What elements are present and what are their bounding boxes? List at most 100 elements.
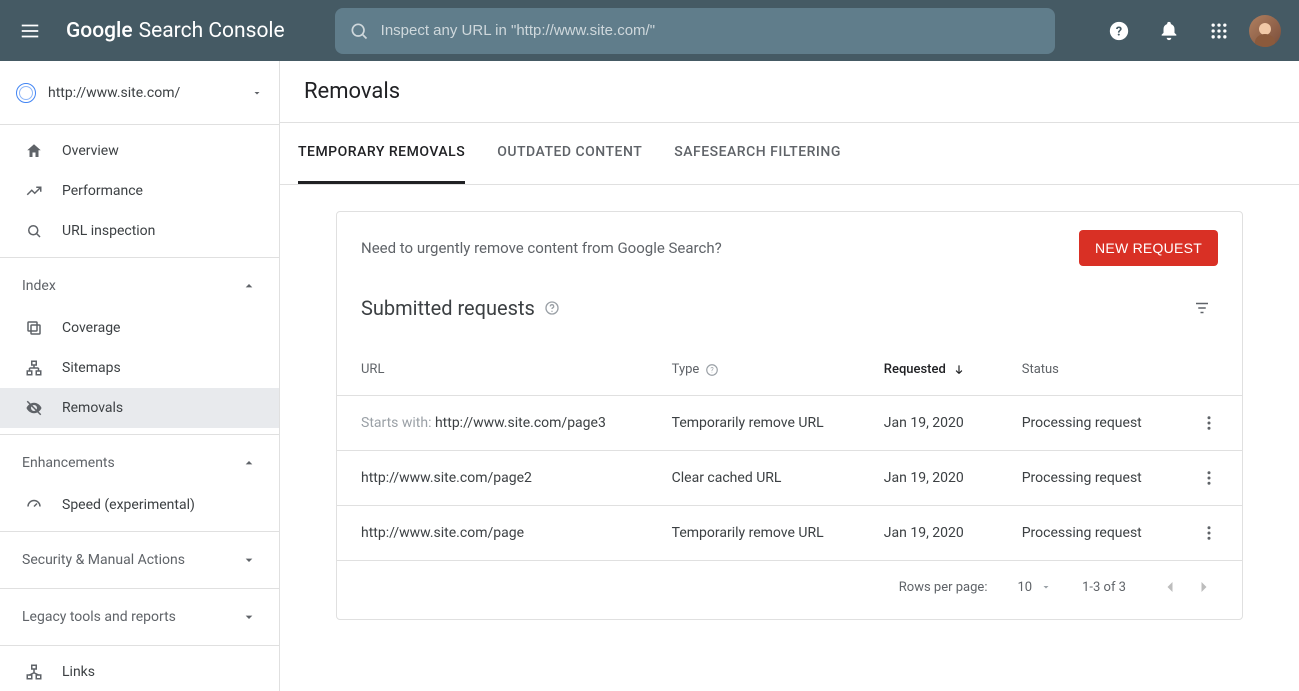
nav-url-inspection[interactable]: URL inspection: [0, 211, 279, 251]
more-vert-icon: [1200, 524, 1218, 542]
notifications-button[interactable]: [1149, 11, 1189, 51]
property-name: http://www.site.com/: [48, 85, 239, 101]
search-small-icon: [25, 222, 43, 240]
col-requested[interactable]: Requested: [860, 344, 998, 396]
rows-per-page-picker[interactable]: 10: [1017, 580, 1052, 595]
nav-coverage[interactable]: Coverage: [0, 308, 279, 348]
copy-icon: [25, 319, 43, 337]
account-avatar[interactable]: [1249, 15, 1281, 47]
table-row[interactable]: http://www.site.com/page Temporarily remo…: [337, 506, 1242, 561]
tab-temporary-removals[interactable]: TEMPORARY REMOVALS: [298, 123, 465, 184]
main: Removals TEMPORARY REMOVALS OUTDATED CON…: [280, 61, 1299, 691]
chevron-up-icon: [241, 455, 257, 471]
url-value: http://www.site.com/page: [361, 525, 524, 541]
tab-label: TEMPORARY REMOVALS: [298, 144, 465, 160]
brand: Google Search Console: [66, 19, 285, 43]
visibility-off-icon: [25, 399, 43, 417]
table-footer: Rows per page: 10 1-3 of 3: [337, 560, 1242, 619]
card-prompt: Need to urgently remove content from Goo…: [361, 239, 722, 257]
nav-index-label: Index: [22, 278, 56, 294]
cell-requested: Jan 19, 2020: [860, 506, 998, 561]
requests-table: URL Type ? Requested Status Starts with:…: [337, 344, 1242, 560]
cell-url: http://www.site.com/page2: [337, 451, 648, 506]
nav-removals-label: Removals: [62, 400, 123, 416]
nav-enhancements-header[interactable]: Enhancements: [0, 441, 279, 485]
new-request-button[interactable]: NEW REQUEST: [1079, 230, 1218, 266]
brand-google: Google: [66, 19, 133, 43]
col-url[interactable]: URL: [337, 344, 648, 396]
table-row[interactable]: http://www.site.com/page2Clear cached UR…: [337, 451, 1242, 506]
url-inspect-input[interactable]: [381, 22, 1041, 39]
table-row[interactable]: Starts with: http://www.site.com/page3Te…: [337, 396, 1242, 451]
dropdown-icon: [1040, 581, 1052, 593]
cell-type: Temporarily remove URL: [648, 506, 860, 561]
next-page-button[interactable]: [1190, 573, 1218, 601]
col-type[interactable]: Type ?: [648, 344, 860, 396]
tab-outdated-content[interactable]: OUTDATED CONTENT: [497, 123, 642, 184]
arrow-down-icon: [952, 363, 966, 377]
nav-index-header[interactable]: Index: [0, 264, 279, 308]
nav-sitemaps-label: Sitemaps: [62, 360, 121, 376]
nav-legacy-header[interactable]: Legacy tools and reports: [0, 595, 279, 639]
nav-security-label: Security & Manual Actions: [22, 552, 185, 568]
cell-status: Processing request: [998, 396, 1176, 451]
sidebar: http://www.site.com/ Overview Performanc…: [0, 61, 280, 691]
nav-coverage-label: Coverage: [62, 320, 120, 336]
nav-url-inspection-label: URL inspection: [62, 223, 155, 239]
topbar-right: ?: [1099, 11, 1281, 51]
removals-card: Need to urgently remove content from Goo…: [336, 211, 1243, 620]
filter-button[interactable]: [1186, 292, 1218, 324]
section-help-button[interactable]: [543, 299, 561, 317]
cell-requested: Jan 19, 2020: [860, 451, 998, 506]
row-actions-button[interactable]: [1200, 469, 1218, 487]
cell-requested: Jan 19, 2020: [860, 396, 998, 451]
trend-icon: [25, 182, 43, 200]
filter-icon: [1193, 299, 1211, 317]
nav-security-header[interactable]: Security & Manual Actions: [0, 538, 279, 582]
tab-safesearch-filtering[interactable]: SAFESEARCH FILTERING: [674, 123, 841, 184]
nav-performance[interactable]: Performance: [0, 171, 279, 211]
url-value: http://www.site.com/page2: [361, 470, 532, 486]
url-value: http://www.site.com/page3: [435, 415, 606, 431]
prev-page-button[interactable]: [1156, 573, 1184, 601]
cell-type: Temporarily remove URL: [648, 396, 860, 451]
links-icon: [25, 663, 43, 681]
section-title-text: Submitted requests: [361, 296, 535, 320]
speed-icon: [25, 496, 43, 514]
more-vert-icon: [1200, 414, 1218, 432]
rows-per-page-label: Rows per page:: [899, 580, 988, 595]
row-actions-button[interactable]: [1200, 524, 1218, 542]
nav-sitemaps[interactable]: Sitemaps: [0, 348, 279, 388]
menu-button[interactable]: [6, 7, 54, 55]
row-actions-button[interactable]: [1200, 414, 1218, 432]
property-picker[interactable]: http://www.site.com/: [0, 61, 279, 125]
nav-overview[interactable]: Overview: [0, 131, 279, 171]
cell-status: Processing request: [998, 451, 1176, 506]
nav-enhancements-label: Enhancements: [22, 455, 115, 471]
chevron-down-icon: [241, 552, 257, 568]
nav-speed[interactable]: Speed (experimental): [0, 485, 279, 525]
chevron-right-icon: [1194, 577, 1214, 597]
nav-legacy-label: Legacy tools and reports: [22, 609, 176, 625]
nav-overview-label: Overview: [62, 143, 119, 159]
nav-removals[interactable]: Removals: [0, 388, 279, 428]
apps-button[interactable]: [1199, 11, 1239, 51]
help-button[interactable]: ?: [1099, 11, 1139, 51]
nav-links[interactable]: Links: [0, 652, 279, 691]
chevron-down-icon: [241, 609, 257, 625]
help-outline-icon: ?: [705, 363, 719, 377]
col-type-label: Type: [672, 362, 700, 377]
page-range: 1-3 of 3: [1082, 580, 1126, 595]
page-header: Removals: [280, 61, 1299, 123]
chevron-left-icon: [1160, 577, 1180, 597]
section-title: Submitted requests: [361, 296, 561, 320]
url-inspect-search[interactable]: [335, 8, 1055, 54]
tab-label: SAFESEARCH FILTERING: [674, 144, 841, 160]
col-status[interactable]: Status: [998, 344, 1176, 396]
cell-url: http://www.site.com/page: [337, 506, 648, 561]
svg-text:?: ?: [711, 366, 715, 374]
help-icon: ?: [1108, 20, 1130, 42]
nav-speed-label: Speed (experimental): [62, 497, 195, 513]
help-outline-icon: [544, 300, 560, 316]
more-vert-icon: [1200, 469, 1218, 487]
